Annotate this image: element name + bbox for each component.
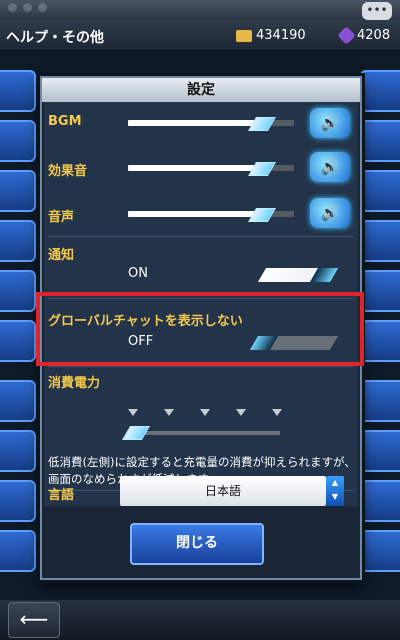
close-button[interactable]: 閉じる — [130, 523, 264, 565]
gem-counter: 4208 — [337, 26, 391, 45]
power-slider-knob[interactable] — [121, 426, 151, 440]
background-menu-button — [0, 270, 36, 312]
voice-label: 音声 — [48, 210, 75, 225]
gem-value: 4208 — [357, 28, 391, 43]
background-menu-button — [360, 270, 400, 312]
gold-counter: 434190 — [236, 28, 306, 43]
settings-dialog: 設定 BGM 🔊 効果音 🔊 音声 🔊 通知 ON グローバルチャットを表示しな… — [36, 76, 364, 580]
power-step-marker — [236, 409, 246, 416]
background-menu-button — [360, 430, 400, 472]
gold-value: 434190 — [256, 28, 306, 43]
background-menu-button — [0, 170, 36, 212]
language-select[interactable]: 日本語 — [120, 476, 326, 506]
bottom-bar — [0, 600, 400, 640]
power-step-marker — [128, 409, 138, 416]
divider — [48, 236, 354, 237]
power-step-marker — [200, 409, 210, 416]
notifications-toggle[interactable] — [257, 268, 339, 282]
language-label: 言語 — [48, 488, 75, 503]
background-menu-button — [360, 380, 400, 422]
background-menu-button — [0, 220, 36, 262]
power-label: 消費電力 — [48, 376, 101, 391]
background-menu-button — [360, 170, 400, 212]
dialog-title: 設定 — [42, 78, 360, 102]
power-slider[interactable] — [130, 431, 280, 435]
power-step-marker — [272, 409, 282, 416]
background-menu-button — [360, 220, 400, 262]
back-arrow-icon: ⟵ — [19, 607, 49, 631]
background-menu-button — [0, 430, 36, 472]
background-menu-button — [0, 380, 36, 422]
background-menu-button — [360, 320, 400, 362]
bgm-label: BGM — [48, 114, 82, 129]
back-button[interactable]: ⟵ — [8, 602, 60, 638]
power-step-marker — [164, 409, 174, 416]
top-bar: ••• ヘルプ・その他 434190 4208 — [0, 0, 400, 51]
background-menu-button — [360, 480, 400, 522]
select-arrows-icon[interactable]: ▲ ▼ — [326, 476, 344, 506]
highlight-frame — [36, 292, 364, 366]
background-menu-button — [0, 70, 36, 112]
gem-icon — [337, 26, 356, 45]
background-menu-button — [0, 120, 36, 162]
background-menu-button — [0, 320, 36, 362]
background-menu-button — [360, 70, 400, 112]
speaker-icon[interactable]: 🔊 — [310, 152, 350, 182]
notifications-state: ON — [128, 266, 148, 281]
screen-title: ヘルプ・その他 — [6, 30, 104, 46]
background-menu-button — [0, 480, 36, 522]
page-dots — [8, 3, 47, 12]
toggle-knob — [309, 268, 339, 282]
background-menu-button — [0, 530, 36, 572]
coin-icon — [236, 29, 252, 42]
notifications-label: 通知 — [48, 248, 75, 263]
speaker-icon[interactable]: 🔊 — [310, 198, 350, 228]
divider — [48, 366, 354, 367]
speaker-icon[interactable]: 🔊 — [310, 108, 350, 138]
sfx-label: 効果音 — [48, 164, 88, 179]
background-menu-button — [360, 530, 400, 572]
status-strip: ••• — [0, 0, 400, 20]
chat-icon[interactable]: ••• — [362, 2, 392, 20]
background-menu-button — [360, 120, 400, 162]
